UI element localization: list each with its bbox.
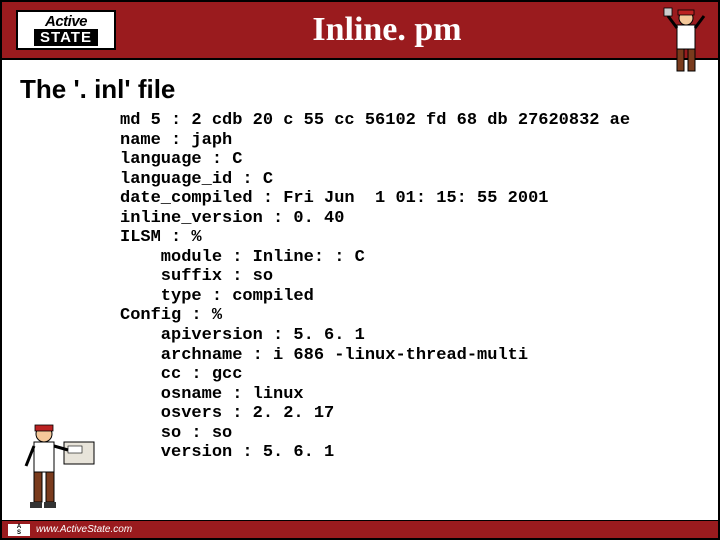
header-bar: Active STATE Inline. pm [2,2,718,60]
worker-icon-bottom [18,416,98,516]
code-block: md 5 : 2 cdb 20 c 55 cc 56102 fd 68 db 2… [120,111,718,463]
slide: Active STATE Inline. pm The '. inl' file… [0,0,720,540]
section-heading: The '. inl' file [20,74,718,105]
logo-top: Active [45,14,87,29]
footer-bar: AS www.ActiveState.com [2,520,718,538]
footer-logo: AS [8,524,30,536]
footer-url: www.ActiveState.com [36,524,132,535]
activestate-logo: Active STATE [16,10,116,50]
logo-bottom: STATE [34,29,98,46]
worker-icon [662,6,710,78]
slide-title: Inline. pm [116,11,718,49]
